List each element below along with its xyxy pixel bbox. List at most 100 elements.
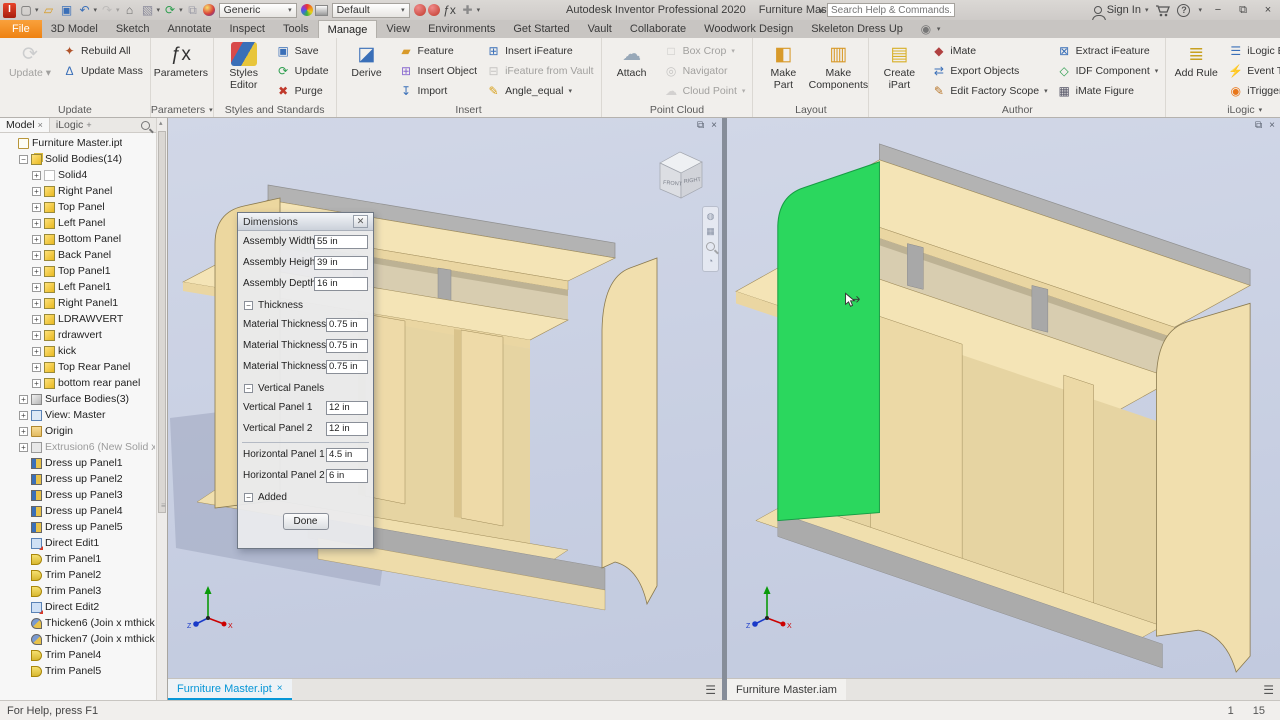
tree-item-dress-up-panel4[interactable]: Dress up Panel4 (2, 503, 155, 519)
plus-tool-button[interactable]: ✚▾ (460, 1, 481, 19)
browser-tab-model[interactable]: Model× (0, 118, 50, 132)
make-components-button[interactable]: ▥Make Components (812, 40, 864, 102)
add-icon[interactable]: + (86, 120, 91, 130)
save-button[interactable]: ▣ (59, 1, 75, 19)
tab-annotate[interactable]: Annotate (158, 20, 220, 38)
appearance-select[interactable]: Default▾ (332, 3, 410, 18)
tree-item-thicken6-join-x-mthick-2-ul[interactable]: Thicken6 (Join x mthick / 2 ul) (2, 615, 155, 631)
expand-icon[interactable]: + (32, 379, 41, 388)
viewport-assembly[interactable]: ⧉ × X Z (727, 118, 1280, 678)
chevron-down-icon[interactable]: ▾ (568, 87, 572, 95)
expand-icon[interactable]: + (19, 395, 28, 404)
tree-item-direct-edit1[interactable]: Direct Edit1 (2, 535, 155, 551)
nav-wheel-icon[interactable]: ◍ (707, 212, 715, 221)
view-cube[interactable]: FRONT RIGHT (650, 144, 710, 206)
cloud-point-button[interactable]: ☁Cloud Point▾ (661, 81, 749, 101)
chevron-down-icon[interactable]: ▾ (94, 6, 98, 14)
viewport-restore-icon[interactable]: ⧉ (1255, 120, 1262, 131)
viewport-restore-icon[interactable]: ⧉ (697, 120, 704, 131)
document-tab-close-icon[interactable]: × (277, 683, 283, 694)
derive-button[interactable]: ◪Derive (341, 40, 393, 102)
tree-item-origin[interactable]: +Origin (2, 423, 155, 439)
horizontal-panel-1-field[interactable] (326, 448, 368, 462)
tree-item-left-panel1[interactable]: +Left Panel1 (2, 279, 155, 295)
viewport-close-icon[interactable]: × (1269, 120, 1275, 131)
tab-options[interactable]: ◉▾ (912, 20, 947, 38)
horizontal-panel-2-field[interactable] (326, 469, 368, 483)
browser-scrollbar[interactable] (156, 118, 167, 700)
parameters-button[interactable]: ƒxParameters (155, 40, 207, 102)
tree-item-solid-bodies-14[interactable]: −Solid Bodies(14) (2, 151, 155, 167)
tab-environments[interactable]: Environments (419, 20, 504, 38)
search-icon[interactable] (141, 121, 150, 130)
tree-item-bottom-panel[interactable]: +Bottom Panel (2, 231, 155, 247)
tree-item-trim-panel5[interactable]: Trim Panel5 (2, 663, 155, 679)
tree-item-trim-panel3[interactable]: Trim Panel3 (2, 583, 155, 599)
tree-item-dress-up-panel3[interactable]: Dress up Panel3 (2, 487, 155, 503)
tree-item-kick[interactable]: +kick (2, 343, 155, 359)
tab-woodwork-design[interactable]: Woodwork Design (695, 20, 802, 38)
assembly-height-field[interactable] (314, 256, 368, 270)
tab-3d-model[interactable]: 3D Model (42, 20, 107, 38)
chevron-down-icon[interactable]: ▾ (1155, 67, 1159, 75)
expand-icon[interactable]: + (32, 187, 41, 196)
open-folder-button[interactable]: ▱ (41, 1, 57, 19)
tab-view[interactable]: View (377, 20, 419, 38)
viewport-assembly-canvas[interactable]: ⧉ × X Z (727, 118, 1280, 678)
update-document-button[interactable]: ⟳▾ (162, 1, 183, 19)
tree-item-dress-up-panel1[interactable]: Dress up Panel1 (2, 455, 155, 471)
nav-orbit-icon[interactable]: ◔ (708, 257, 713, 266)
material-thickness-2-field[interactable] (326, 339, 368, 353)
tabbar-menu-icon[interactable]: ☰ (699, 683, 722, 697)
style-save-button[interactable]: ▣Save (273, 41, 332, 61)
tree-item-trim-panel1[interactable]: Trim Panel1 (2, 551, 155, 567)
expand-icon[interactable]: + (32, 331, 41, 340)
itrigger-button[interactable]: ◉iTrigger (1225, 81, 1280, 101)
thickness-collapse-icon[interactable]: − (244, 301, 253, 310)
help-icon[interactable]: ? (1177, 4, 1190, 17)
tree-item-ldrawvert[interactable]: +LDRAWVERT (2, 311, 155, 327)
vertical-panel-2-field[interactable] (326, 422, 368, 436)
color-wheel-button[interactable] (301, 1, 313, 19)
minimize-button[interactable]: − (1209, 4, 1227, 16)
box-crop-button[interactable]: □Box Crop▾ (661, 41, 749, 61)
expand-icon[interactable]: + (32, 251, 41, 260)
tree-item-right-panel1[interactable]: +Right Panel1 (2, 295, 155, 311)
ifeature-vault-button[interactable]: ⊟iFeature from Vault (483, 61, 597, 81)
undo-button[interactable]: ↶▾ (77, 1, 98, 19)
vertical-panels-collapse-icon[interactable]: − (244, 384, 253, 393)
tab-get-started[interactable]: Get Started (504, 20, 578, 38)
assembly-width-field[interactable] (314, 235, 368, 249)
chevron-down-icon[interactable]: ▾ (1259, 106, 1263, 114)
tab-collaborate[interactable]: Collaborate (621, 20, 695, 38)
adjust-sphere-red-button[interactable] (414, 1, 426, 19)
navigation-bar[interactable]: ◍ ▦ ◔ (702, 206, 719, 272)
chevron-down-icon[interactable]: ▾ (1145, 6, 1149, 14)
cabinet-model-assembly[interactable] (727, 118, 1280, 678)
expand-icon[interactable]: + (19, 427, 28, 436)
tree-item-bottom-rear-panel[interactable]: +bottom rear panel (2, 375, 155, 391)
search-input[interactable] (827, 3, 955, 17)
home-button[interactable]: ⌂ (122, 1, 138, 19)
adjust-sphere-red2-button[interactable] (428, 1, 440, 19)
appearance-thumb-button[interactable] (315, 1, 328, 19)
chevron-down-icon[interactable]: ▾ (742, 87, 746, 95)
chevron-down-icon[interactable]: ▾ (288, 6, 292, 14)
chevron-down-icon[interactable]: ▾ (116, 6, 120, 14)
extract-ifeature-button[interactable]: ⊠Extract iFeature (1054, 41, 1162, 61)
tree-item-thicken7-join-x-mthick-2-ul[interactable]: Thicken7 (Join x mthick / 2 ul) (2, 631, 155, 647)
tab-vault[interactable]: Vault (579, 20, 621, 38)
done-button[interactable]: Done (283, 513, 329, 530)
nav-zoom-icon[interactable] (706, 242, 715, 251)
export-objects-button[interactable]: ⇄Export Objects (928, 61, 1050, 81)
cart-icon[interactable] (1155, 4, 1170, 17)
tree-item-dress-up-panel2[interactable]: Dress up Panel2 (2, 471, 155, 487)
attach-button[interactable]: ☁Attach (606, 40, 658, 102)
sign-in-button[interactable]: Sign In ▾ (1094, 4, 1149, 16)
restore-button[interactable]: ⧉ (1234, 4, 1252, 17)
tree-item-back-panel[interactable]: +Back Panel (2, 247, 155, 263)
style-update-button[interactable]: ⟳Update (273, 61, 332, 81)
expand-icon[interactable]: + (32, 283, 41, 292)
tab-file[interactable]: File (0, 20, 42, 38)
tree-item-furniture-master-ipt[interactable]: Furniture Master.ipt (2, 135, 155, 151)
